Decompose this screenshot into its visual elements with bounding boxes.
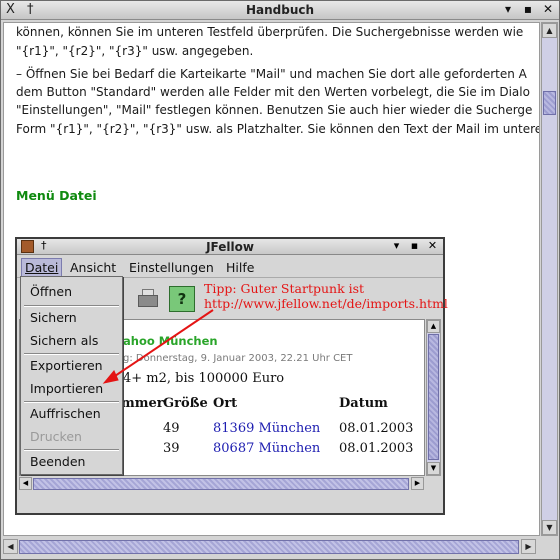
table-cell: 08.01.2003 <box>339 421 414 436</box>
menu-hilfe: Hilfe <box>226 260 255 275</box>
scroll-left-icon[interactable]: ◀ <box>3 539 18 554</box>
source-title: ahoo München <box>123 334 218 348</box>
column-header: Ort <box>213 396 238 411</box>
minimize-icon[interactable]: ▾ <box>501 2 515 16</box>
maximize-icon: ▪ <box>410 239 419 252</box>
search-date: g: Donnerstag, 9. Januar 2003, 22.21 Uhr… <box>123 353 353 364</box>
scroll-thumb <box>33 478 409 490</box>
doc-line: Form "{r1}", "{r2}", "{r3}" usw. als Pla… <box>16 122 540 136</box>
menu-item-sichern-als: Sichern als <box>30 333 99 348</box>
menu-separator <box>24 305 119 307</box>
tip-text: Tipp: Guter Startpunk ist <box>204 281 365 296</box>
section-heading: Menü Datei <box>16 188 97 203</box>
tip-annotation: Tipp: Guter Startpunk ist http://www.jfe… <box>204 281 448 311</box>
menu-separator <box>24 449 119 451</box>
doc-line: "Einstellungen", "Mail" festlegen können… <box>16 103 533 117</box>
jfellow-menubar: Datei Ansicht Einstellungen Hilfe <box>17 257 443 278</box>
horizontal-scrollbar[interactable]: ◀ ▶ <box>3 538 558 556</box>
printer-icon <box>134 286 160 312</box>
scroll-down-icon: ▼ <box>427 462 440 475</box>
menu-item-importieren: Importieren <box>30 381 104 396</box>
scroll-up-icon[interactable]: ▲ <box>542 23 557 38</box>
column-header: Datum <box>339 396 388 411</box>
column-header: Größe <box>163 396 208 411</box>
doc-line: – Öffnen Sie bei Bedarf die Karteikarte … <box>16 67 527 81</box>
doc-line: können, können Sie im unteren Testfeld ü… <box>16 25 524 39</box>
menu-item-drucken: Drucken <box>30 429 82 444</box>
menu-ansicht: Ansicht <box>70 260 117 275</box>
maximize-icon[interactable]: ▪ <box>521 2 535 16</box>
table-cell: 08.01.2003 <box>339 441 414 456</box>
scroll-down-icon[interactable]: ▼ <box>542 520 557 535</box>
scroll-up-icon: ▲ <box>427 320 440 333</box>
doc-line: dem Button "Standard" werden alle Felder… <box>16 85 530 99</box>
help-icon: ? <box>169 286 195 312</box>
scroll-right-icon[interactable]: ▶ <box>521 539 536 554</box>
menu-item-exportieren: Exportieren <box>30 358 103 373</box>
tip-url: http://www.jfellow.net/de/imports.html <box>204 296 448 311</box>
scroll-left-icon: ◀ <box>19 477 32 490</box>
menu-separator <box>24 353 119 355</box>
column-header: mmer <box>121 396 164 411</box>
location-link: 81369 München <box>213 421 321 436</box>
vertical-scrollbar[interactable]: ▲ ▼ <box>541 22 558 536</box>
location-link: 80687 München <box>213 441 321 456</box>
close-icon[interactable]: ✕ <box>541 2 555 16</box>
scroll-thumb[interactable] <box>543 91 556 115</box>
menu-separator <box>24 401 119 403</box>
menu-item-sichern: Sichern <box>30 310 77 325</box>
minimize-icon: ▾ <box>393 239 400 252</box>
jfellow-titlebar: † JFellow ▾ ▪ ✕ <box>17 239 443 255</box>
table-cell: 39 <box>163 441 180 456</box>
jfellow-title: JFellow <box>206 240 254 254</box>
scroll-right-icon: ▶ <box>411 477 424 490</box>
datei-dropdown-menu: Öffnen Sichern Sichern als Exportieren I… <box>20 276 123 475</box>
search-query: 4+ m2, bis 100000 Euro <box>123 371 285 386</box>
menu-item-oeffnen: Öffnen <box>30 284 72 299</box>
menu-item-beenden: Beenden <box>30 454 86 469</box>
scroll-thumb[interactable] <box>19 540 519 554</box>
menu-einstellungen: Einstellungen <box>129 260 214 275</box>
jfellow-vertical-scrollbar: ▲ ▼ <box>426 319 441 476</box>
jfellow-screenshot: † JFellow ▾ ▪ ✕ Datei Ansicht Einstellun… <box>15 237 448 515</box>
jfellow-horizontal-scrollbar: ◀ ▶ <box>19 477 425 491</box>
menu-datei: Datei <box>21 258 63 277</box>
close-icon: ✕ <box>427 239 438 252</box>
table-cell: 49 <box>163 421 180 436</box>
menu-item-auffrischen: Auffrischen <box>30 406 101 421</box>
window-title: Handbuch <box>245 3 315 17</box>
doc-line: "{r1}", "{r2}", "{r3}" usw. angegeben. <box>16 44 254 58</box>
window-titlebar[interactable]: X † Handbuch ▾ ▪ ✕ <box>1 1 559 20</box>
scroll-thumb <box>428 334 439 460</box>
